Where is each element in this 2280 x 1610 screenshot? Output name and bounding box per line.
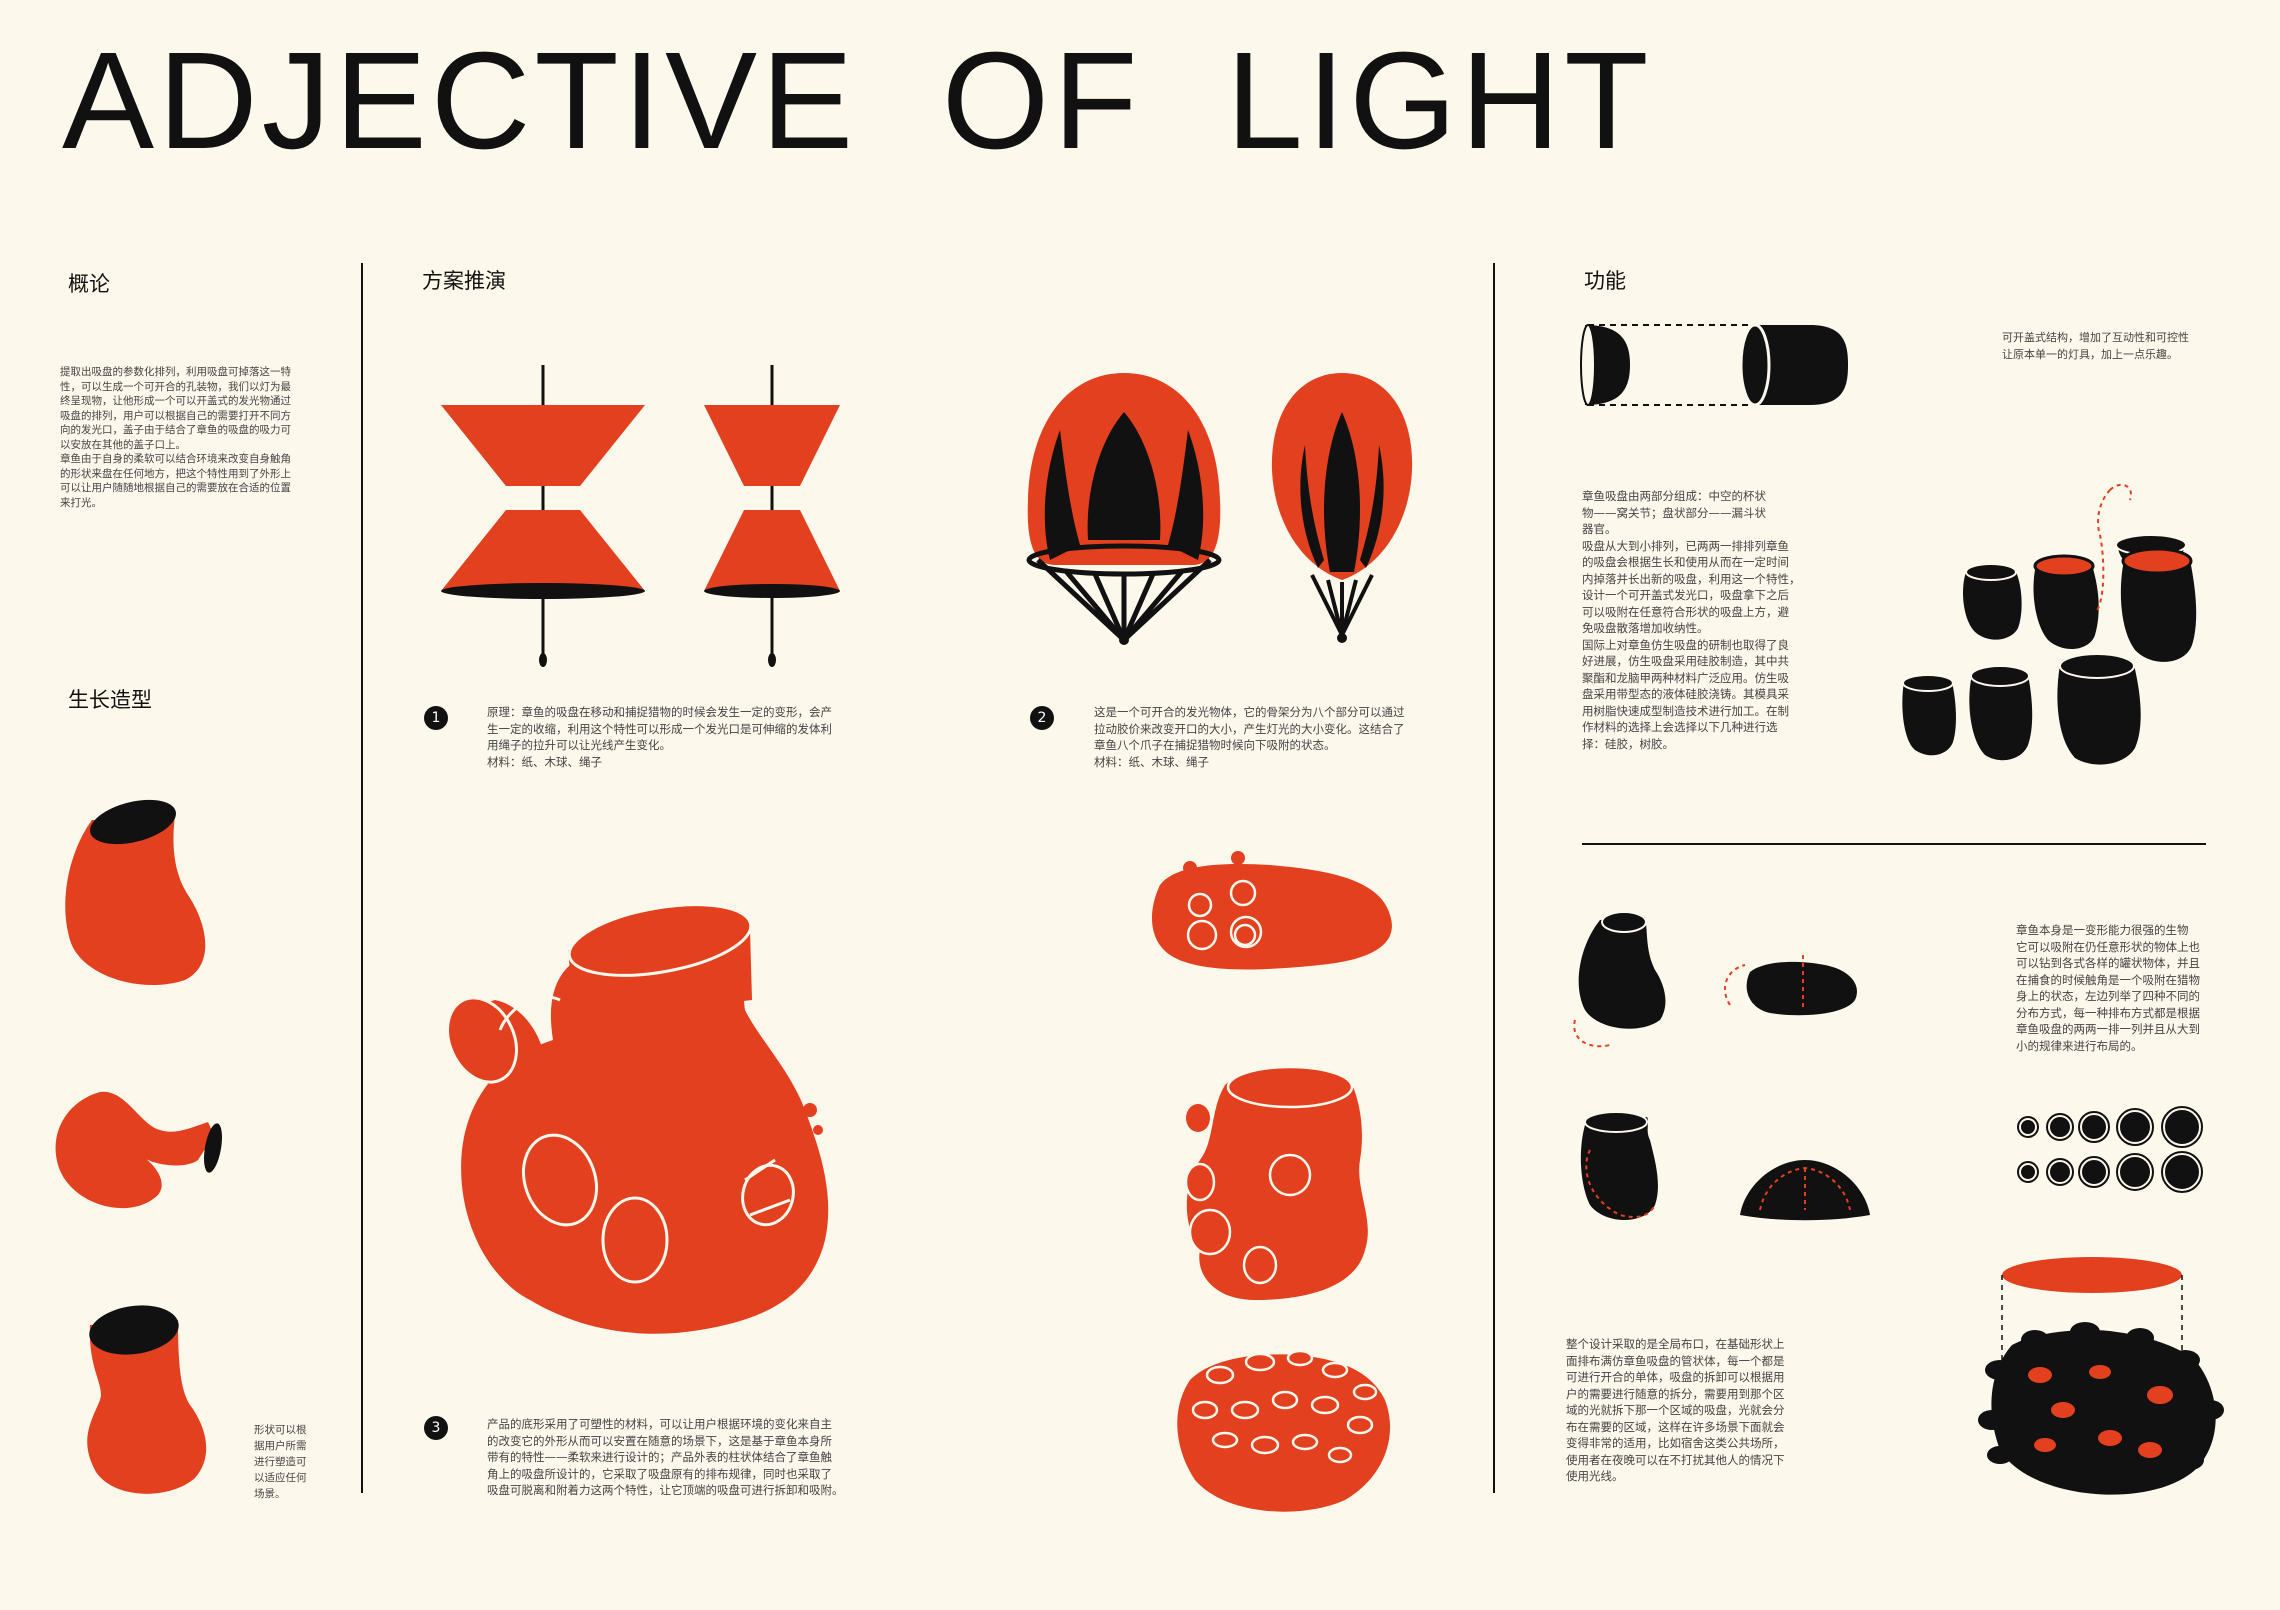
step-number-1: 1 [424, 706, 448, 730]
section-divider-function [1582, 843, 2206, 845]
function-note: 可开盖式结构，增加了互动性和可控性 让原本单一的灯具，加上一点乐趣。 [2002, 331, 2189, 361]
function-text-2: 章鱼本身是一变形能力很强的生物 它可以吸附在仍任意形状的物体上也 可以钻到各式各… [2016, 923, 2200, 1053]
column-divider-1 [361, 263, 363, 1493]
step-number-2: 2 [1030, 706, 1054, 730]
step-text-2: 这是一个可开合的发光物体，它的骨架分为八个部分可以通过 拉动胶价来改变开口的大小… [1094, 705, 1405, 769]
scheme-heading: 方案推演 [422, 269, 506, 293]
final-lamp-render [1978, 1257, 2224, 1495]
overview-heading: 概论 [68, 272, 110, 296]
poster-title: ADJECTIVE OF LIGHT [62, 24, 1653, 178]
step-number-3: 3 [424, 1416, 448, 1440]
function-text-3: 整个设计采取的是全局布口，在基础形状上 面排布满仿章鱼吸盘的管状体，每一个都是 … [1566, 1337, 1785, 1483]
column-divider-2 [1493, 263, 1495, 1493]
overview-text: 提取出吸盘的参数化排列，利用吸盘可掉落这一特 性，可以生成一个可开合的孔装物，我… [60, 366, 291, 509]
function-heading: 功能 [1584, 269, 1626, 293]
growth-text: 形状可以根 据用户所需 进行塑造可 以适应任何 场景。 [254, 1424, 307, 1500]
step-text-1: 原理：章鱼的吸盘在移动和捕捉猎物的时候会发生一定的变形，会产 生一定的收缩，利用… [487, 705, 832, 769]
step-text-3: 产品的底形采用了可塑性的材料，可以让用户根据环境的变化来自主 的改变它的外形从而… [487, 1417, 844, 1497]
function-text-1: 章鱼吸盘由两部分组成：中空的杯状 物——窝关节；盘状部分——漏斗状 器官。 吸盘… [1582, 489, 1801, 751]
growth-heading: 生长造型 [68, 688, 152, 712]
